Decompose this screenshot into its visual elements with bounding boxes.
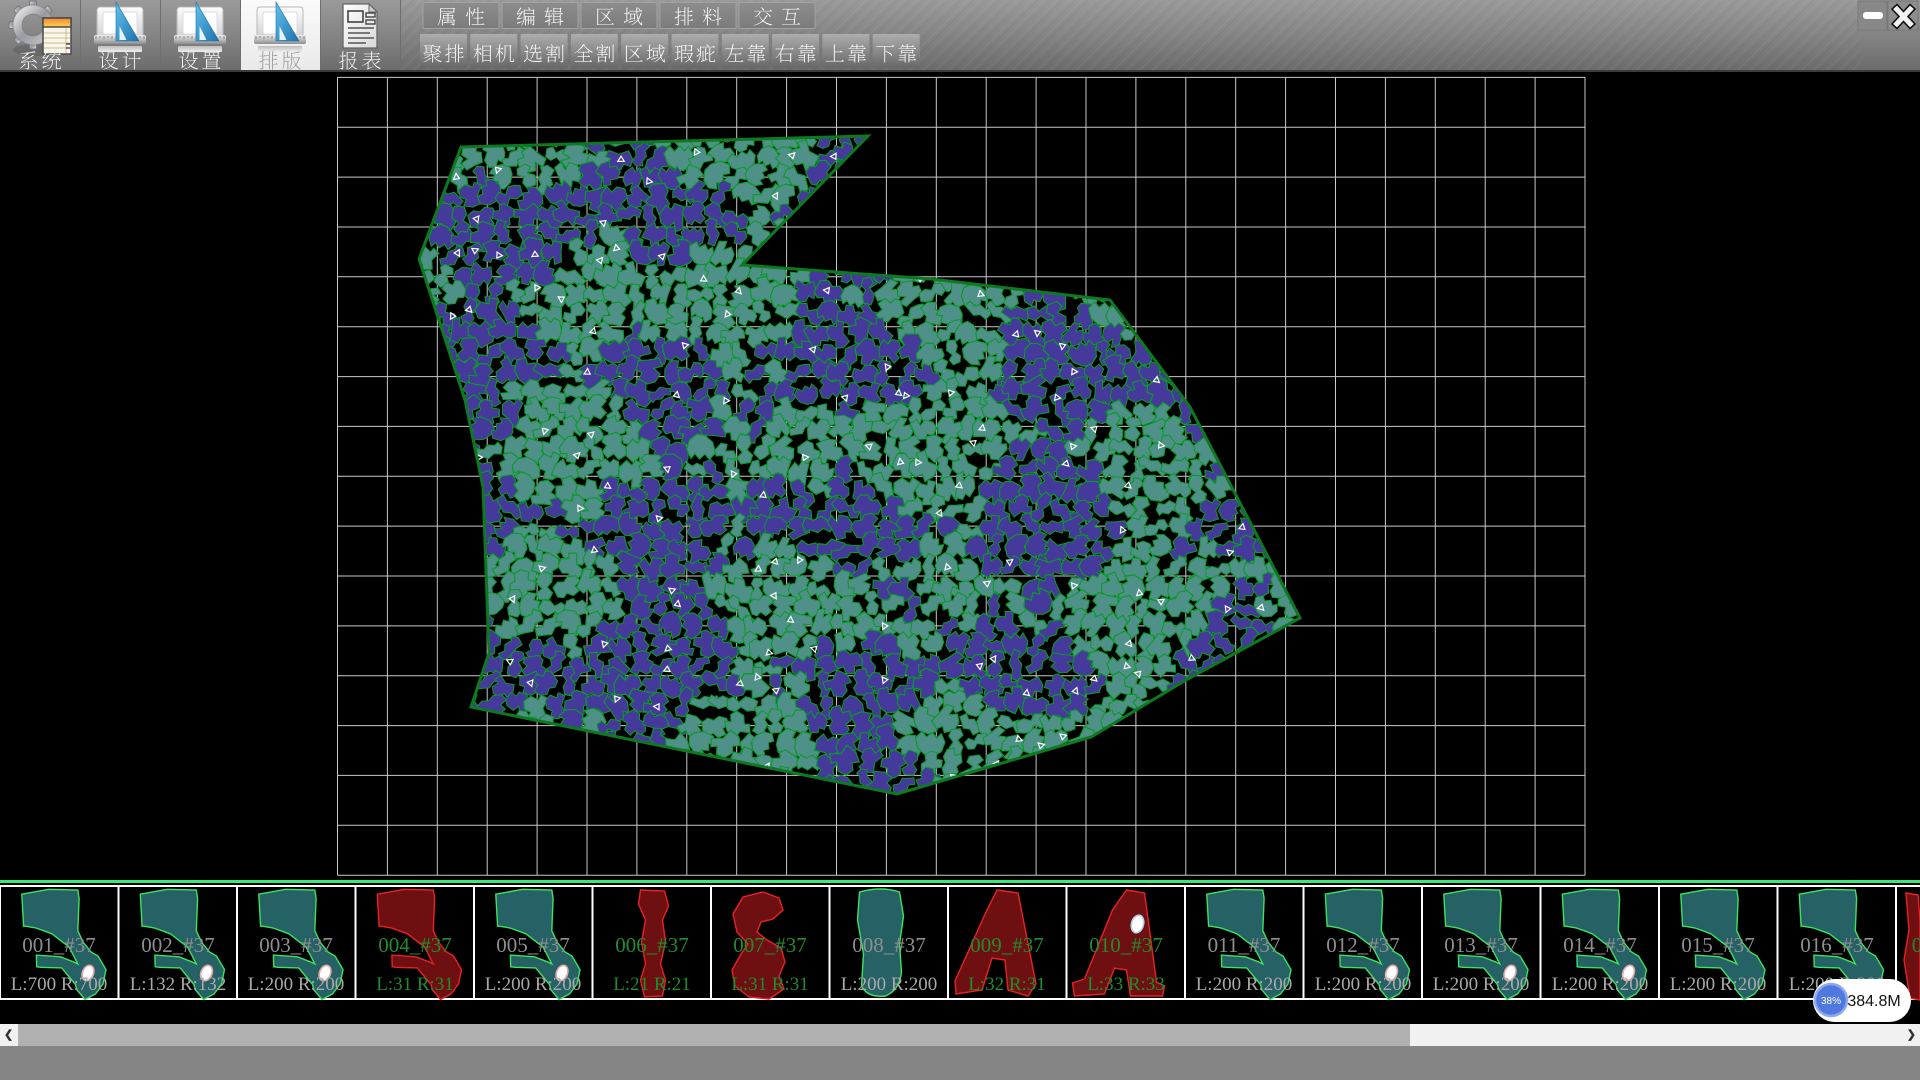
svg-text:L:32 R:31: L:32 R:31 — [968, 974, 1046, 995]
svg-text:L:200 R:200: L:200 R:200 — [1433, 974, 1530, 995]
svg-text:007_#37: 007_#37 — [733, 933, 807, 957]
svg-text:003_#37: 003_#37 — [259, 933, 333, 957]
svg-text:001_#37: 001_#37 — [22, 933, 96, 957]
svg-text:L:200 R:200: L:200 R:200 — [248, 974, 345, 995]
svg-text:L:200 R:200: L:200 R:200 — [1196, 974, 1293, 995]
svg-text:384.8M: 384.8M — [1847, 993, 1900, 1010]
svg-text:014_#37: 014_#37 — [1563, 933, 1637, 957]
svg-text:L:31 R:31: L:31 R:31 — [731, 974, 809, 995]
svg-text:008_#37: 008_#37 — [852, 933, 926, 957]
svg-text:L:33 R:33: L:33 R:33 — [1087, 974, 1165, 995]
svg-text:L:200 R:200: L:200 R:200 — [1552, 974, 1649, 995]
svg-text:38%: 38% — [1821, 996, 1841, 1007]
svg-text:L:132 R:132: L:132 R:132 — [130, 974, 227, 995]
svg-text:013_#37: 013_#37 — [1444, 933, 1518, 957]
svg-text:016_#37: 016_#37 — [1800, 933, 1874, 957]
svg-text:L:200 R:200: L:200 R:200 — [485, 974, 582, 995]
svg-text:L:21 R:21: L:21 R:21 — [613, 974, 691, 995]
svg-text:005_#37: 005_#37 — [496, 933, 570, 957]
svg-text:L:200 R:200: L:200 R:200 — [841, 974, 938, 995]
svg-text:L:200 R:200: L:200 R:200 — [1670, 974, 1767, 995]
svg-text:002_#37: 002_#37 — [141, 933, 215, 957]
svg-text:012_#37: 012_#37 — [1326, 933, 1400, 957]
svg-text:015_#37: 015_#37 — [1681, 933, 1755, 957]
svg-text:011_#37: 011_#37 — [1208, 933, 1281, 957]
svg-text:006_#37: 006_#37 — [615, 933, 689, 957]
svg-text:004_#37: 004_#37 — [378, 933, 452, 957]
svg-text:L:200 R:200: L:200 R:200 — [1315, 974, 1412, 995]
svg-text:L:31 R:31: L:31 R:31 — [376, 974, 454, 995]
svg-text:010_#37: 010_#37 — [1089, 933, 1163, 957]
svg-text:009_#37: 009_#37 — [970, 933, 1044, 957]
svg-text:L:700 R:700: L:700 R:700 — [11, 974, 108, 995]
svg-text:0: 0 — [1912, 933, 1920, 957]
